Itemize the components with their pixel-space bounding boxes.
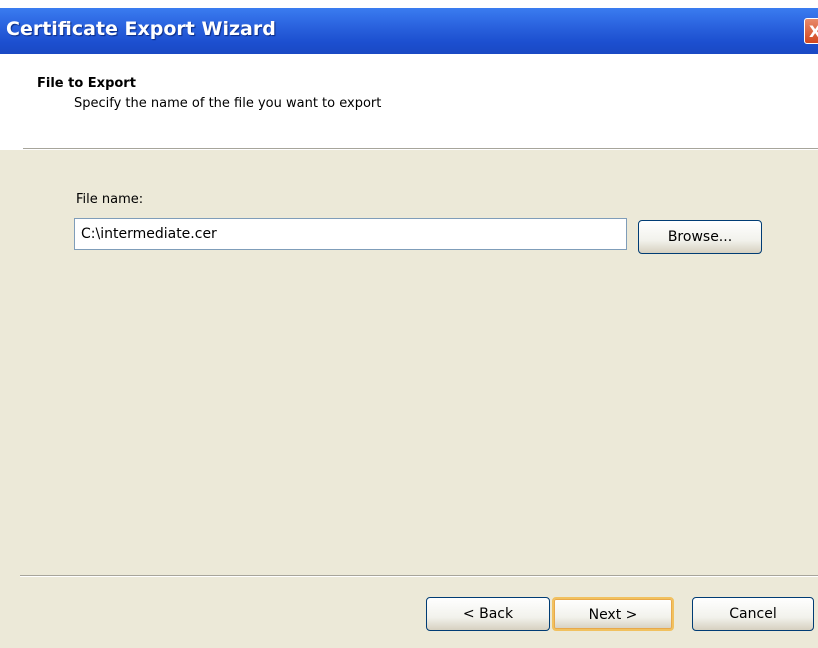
file-name-input[interactable]	[74, 218, 627, 250]
file-name-label: File name:	[76, 192, 144, 207]
header-divider	[23, 148, 818, 150]
close-button[interactable]: X	[804, 18, 818, 44]
close-icon: X	[809, 22, 818, 41]
cropped-text-strip	[0, 0, 818, 8]
title-bar[interactable]: Certificate Export Wizard X	[0, 8, 818, 54]
page-title: File to Export	[37, 76, 136, 91]
window-title: Certificate Export Wizard	[6, 18, 276, 40]
browse-button[interactable]: Browse...	[638, 220, 762, 254]
footer-divider	[20, 575, 818, 577]
cancel-button[interactable]: Cancel	[692, 597, 814, 631]
back-button[interactable]: < Back	[426, 597, 550, 631]
page-subtitle: Specify the name of the file you want to…	[74, 96, 382, 111]
next-button[interactable]: Next >	[552, 597, 674, 631]
